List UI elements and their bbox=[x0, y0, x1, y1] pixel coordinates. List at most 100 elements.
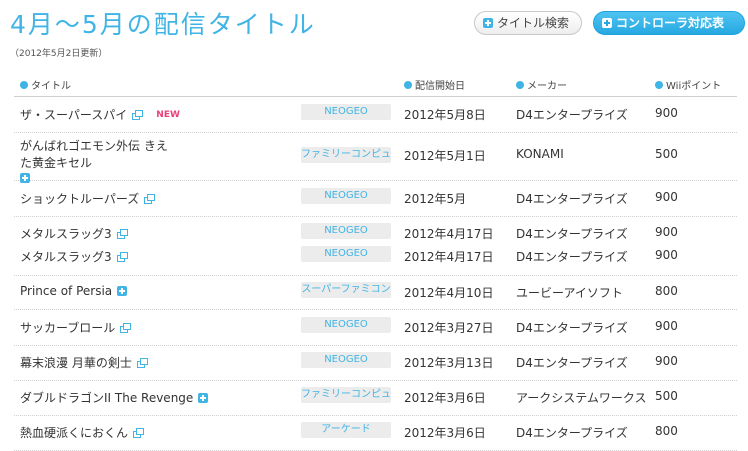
column-header-points-label: Wiiポイント bbox=[666, 81, 722, 92]
release-date: 2012年4月17日 bbox=[404, 250, 494, 264]
plus-icon[interactable] bbox=[198, 392, 209, 403]
platform-badge: NEOGEO bbox=[301, 104, 391, 120]
table-row: 熱血硬派くにおくん アーケード 2012年3月6日 D4エンタープライズ 800 bbox=[14, 422, 737, 445]
plus-icon bbox=[483, 18, 493, 28]
column-header-maker-label: メーカー bbox=[527, 81, 567, 92]
table-row-group: 幕末浪漫 月華の剣士 NEOGEO 2012年3月13日 D4エンタープライズ 900 bbox=[14, 346, 737, 381]
table-row: メタルスラッグ3 NEOGEO 2012年4月17日 D4エンタープライズ 900 bbox=[14, 223, 737, 246]
title-cell: ザ・スーパースパイ NEW bbox=[20, 106, 180, 123]
maker-name: D4エンタープライズ bbox=[516, 227, 628, 241]
release-date: 2012年5月8日 bbox=[404, 108, 486, 122]
wii-points: 500 bbox=[655, 147, 678, 161]
bullet-icon bbox=[20, 80, 28, 89]
bullet-icon bbox=[404, 80, 412, 89]
title-link[interactable]: メタルスラッグ3 bbox=[20, 248, 112, 265]
plus-icon[interactable] bbox=[117, 286, 128, 296]
external-link-icon[interactable] bbox=[120, 323, 132, 333]
title-cell: ダブルドラゴンII The Revenge bbox=[20, 389, 209, 406]
column-header-points[interactable]: Wiiポイント bbox=[655, 77, 721, 92]
platform-badge: ファミリーコンピュータ bbox=[301, 147, 391, 163]
column-header-title-label: タイトル bbox=[31, 81, 71, 92]
external-link-icon[interactable] bbox=[132, 110, 144, 120]
table-row-group: がんばれゴエモン外伝 きえた黄金キセル ファミリーコンピュータ 2012年5月1日 K… bbox=[14, 133, 737, 183]
external-link-icon[interactable] bbox=[116, 252, 128, 262]
title-link[interactable]: メタルスラッグ3 bbox=[20, 225, 112, 242]
platform-badge: NEOGEO bbox=[301, 352, 391, 368]
table-row: がんばれゴエモン外伝 きえた黄金キセル ファミリーコンピュータ 2012年5月1日 K… bbox=[14, 139, 737, 183]
release-date: 2012年3月13日 bbox=[404, 356, 494, 370]
release-date: 2012年3月6日 bbox=[404, 391, 486, 405]
table-row: ダブルドラゴンII The Revenge ファミリーコンピュータ 2012年3月6… bbox=[14, 387, 737, 410]
title-link[interactable]: サッカーブロール bbox=[20, 319, 115, 336]
title-cell: ショックトルーパーズ bbox=[20, 190, 156, 207]
title-cell: 熱血硬派くにおくん bbox=[20, 424, 145, 441]
table-row-group: メタルスラッグ3 NEOGEO 2012年4月17日 D4エンタープライズ 900 メタル… bbox=[14, 217, 737, 276]
wii-points: 900 bbox=[655, 225, 678, 239]
title-cell: 幕末浪漫 月華の剣士 bbox=[20, 354, 148, 371]
table-row-group: 熱血硬派くにおくん アーケード 2012年3月6日 D4エンタープライズ 800 bbox=[14, 416, 737, 451]
platform-badge: ファミリーコンピュータ bbox=[301, 387, 391, 403]
maker-name: ユービーアイソフト bbox=[516, 286, 623, 300]
title-cell: メタルスラッグ3 bbox=[20, 248, 128, 265]
release-date: 2012年3月6日 bbox=[404, 426, 486, 440]
maker-name: アークシステムワークス bbox=[516, 391, 647, 405]
platform-badge: スーパーファミコン bbox=[301, 282, 391, 298]
column-header-date[interactable]: 配信開始日 bbox=[404, 77, 465, 92]
wii-points: 900 bbox=[655, 190, 678, 204]
table-row-group: ダブルドラゴンII The Revenge ファミリーコンピュータ 2012年3月6… bbox=[14, 381, 737, 416]
title-link[interactable]: ダブルドラゴンII The Revenge bbox=[20, 389, 193, 406]
title-link[interactable]: 幕末浪漫 月華の剣士 bbox=[20, 354, 132, 371]
table-row-group: Prince of Persia スーパーファミコン 2012年4月10日 ユービーア… bbox=[14, 276, 737, 310]
controller-table-button[interactable]: コントローラ対応表 bbox=[593, 11, 745, 35]
maker-name: D4エンタープライズ bbox=[516, 250, 628, 264]
wii-points: 500 bbox=[655, 389, 678, 403]
column-header-title[interactable]: タイトル bbox=[20, 77, 71, 92]
maker-name: KONAMI bbox=[516, 147, 564, 161]
external-link-icon[interactable] bbox=[136, 358, 148, 368]
bullet-icon bbox=[516, 80, 524, 89]
maker-name: D4エンタープライズ bbox=[516, 108, 628, 122]
table-row-group: ショックトルーパーズ NEOGEO 2012年5月 D4エンタープライズ 900 bbox=[14, 181, 737, 217]
table-row-group: ザ・スーパースパイ NEW NEOGEO 2012年5月8日 D4エンタープライズ 900 bbox=[14, 98, 737, 133]
release-date: 2012年3月27日 bbox=[404, 321, 494, 335]
platform-badge: アーケード bbox=[301, 422, 391, 438]
title-list: ザ・スーパースパイ NEW NEOGEO 2012年5月8日 D4エンタープライズ 900… bbox=[14, 98, 737, 451]
maker-name: D4エンタープライズ bbox=[516, 192, 628, 206]
title-cell: サッカーブロール bbox=[20, 319, 132, 336]
table-row: メタルスラッグ3 NEOGEO 2012年4月17日 D4エンタープライズ 900 bbox=[14, 246, 737, 269]
title-link[interactable]: 熱血硬派くにおくん bbox=[20, 424, 128, 441]
title-cell: メタルスラッグ3 bbox=[20, 225, 128, 242]
external-link-icon[interactable] bbox=[144, 194, 156, 204]
platform-badge: NEOGEO bbox=[301, 188, 391, 204]
wii-points: 900 bbox=[655, 248, 678, 262]
column-header-maker[interactable]: メーカー bbox=[516, 77, 567, 92]
wii-points: 900 bbox=[655, 106, 678, 120]
platform-badge: NEOGEO bbox=[301, 246, 391, 262]
release-date: 2012年5月 bbox=[404, 192, 467, 206]
table-row: サッカーブロール NEOGEO 2012年3月27日 D4エンタープライズ 900 bbox=[14, 317, 737, 340]
page-title: 4月～5月の配信タイトル bbox=[10, 10, 316, 39]
table-header: タイトル 配信開始日 メーカー Wiiポイント bbox=[14, 73, 737, 97]
title-link[interactable]: ショックトルーパーズ bbox=[20, 190, 139, 207]
title-search-button[interactable]: タイトル検索 bbox=[474, 11, 582, 35]
wii-points: 900 bbox=[655, 319, 678, 333]
table-row: Prince of Persia スーパーファミコン 2012年4月10日 ユービーア… bbox=[14, 282, 737, 305]
platform-badge: NEOGEO bbox=[301, 223, 391, 239]
title-cell: Prince of Persia bbox=[20, 284, 128, 298]
release-date: 2012年4月10日 bbox=[404, 286, 494, 300]
table-row: 幕末浪漫 月華の剣士 NEOGEO 2012年3月13日 D4エンタープライズ 900 bbox=[14, 352, 737, 375]
maker-name: D4エンタープライズ bbox=[516, 356, 628, 370]
wii-points: 800 bbox=[655, 424, 678, 438]
controller-table-label: コントローラ対応表 bbox=[616, 16, 725, 30]
new-badge: NEW bbox=[156, 109, 180, 120]
release-date: 2012年4月17日 bbox=[404, 227, 494, 241]
title-link[interactable]: ザ・スーパースパイ bbox=[20, 106, 127, 123]
title-link[interactable]: Prince of Persia bbox=[20, 284, 112, 298]
maker-name: D4エンタープライズ bbox=[516, 321, 628, 335]
table-row-group: サッカーブロール NEOGEO 2012年3月27日 D4エンタープライズ 900 bbox=[14, 310, 737, 346]
title-link[interactable]: がんばれゴエモン外伝 きえた黄金キセル bbox=[20, 137, 170, 171]
maker-name: D4エンタープライズ bbox=[516, 426, 628, 440]
external-link-icon[interactable] bbox=[116, 229, 128, 239]
wii-points: 900 bbox=[655, 354, 678, 368]
external-link-icon[interactable] bbox=[133, 428, 145, 438]
